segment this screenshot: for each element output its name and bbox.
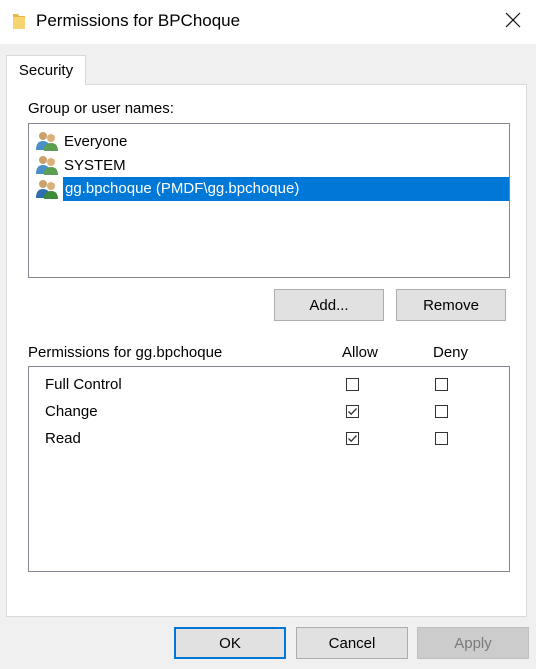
- remove-button[interactable]: Remove: [396, 289, 506, 321]
- close-button[interactable]: [490, 0, 536, 44]
- list-item-gg-bpchoque[interactable]: gg.bpchoque (PMDF\gg.bpchoque): [35, 177, 509, 201]
- allow-checkbox[interactable]: [346, 405, 359, 418]
- check-icon: [348, 408, 357, 416]
- user-name: gg.bpchoque (PMDF\gg.bpchoque): [63, 177, 509, 201]
- user-group-icon: [35, 131, 59, 151]
- apply-button[interactable]: Apply: [417, 627, 529, 659]
- user-group-icon: [35, 155, 59, 175]
- list-item-everyone[interactable]: Everyone: [35, 129, 130, 153]
- security-panel: Group or user names: Everyone SYSTEM gg.…: [6, 84, 527, 617]
- permissions-list: Full Control Change Read: [28, 366, 510, 572]
- deny-checkbox[interactable]: [435, 432, 448, 445]
- title-bar: Permissions for BPChoque: [0, 0, 536, 44]
- window-title: Permissions for BPChoque: [36, 11, 241, 30]
- permission-name: Change: [45, 403, 98, 420]
- user-name: SYSTEM: [64, 156, 126, 174]
- user-group-icon: [35, 179, 59, 199]
- deny-checkbox[interactable]: [435, 405, 448, 418]
- tab-security[interactable]: Security: [6, 55, 86, 85]
- cancel-button[interactable]: Cancel: [296, 627, 408, 659]
- deny-column-header: Deny: [433, 344, 469, 361]
- users-listbox[interactable]: Everyone SYSTEM gg.bpchoque (PMDF\gg.bpc…: [28, 123, 510, 278]
- allow-column-header: Allow: [342, 344, 378, 361]
- check-icon: [348, 435, 357, 443]
- permission-name: Full Control: [45, 376, 122, 393]
- list-item-system[interactable]: SYSTEM: [35, 153, 129, 177]
- ok-button[interactable]: OK: [174, 627, 286, 659]
- permissions-section-label: Permissions for gg.bpchoque: [28, 344, 223, 361]
- permission-row-change: Change: [29, 399, 509, 426]
- allow-checkbox[interactable]: [346, 432, 359, 445]
- permission-row-read: Read: [29, 426, 509, 453]
- deny-checkbox[interactable]: [435, 378, 448, 391]
- allow-checkbox[interactable]: [346, 378, 359, 391]
- close-icon: [505, 12, 521, 32]
- permission-row-full-control: Full Control: [29, 372, 509, 399]
- user-name: Everyone: [64, 132, 128, 150]
- folder-icon: [12, 11, 26, 31]
- permission-name: Read: [45, 430, 81, 447]
- tab-security-label: Security: [18, 62, 74, 79]
- users-section-label: Group or user names:: [28, 100, 174, 117]
- add-button[interactable]: Add...: [274, 289, 384, 321]
